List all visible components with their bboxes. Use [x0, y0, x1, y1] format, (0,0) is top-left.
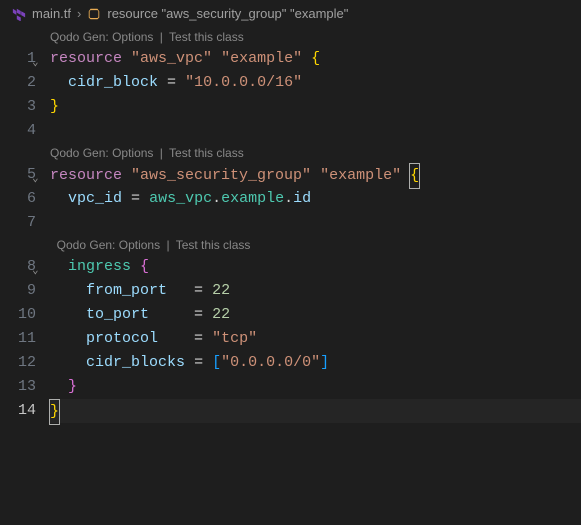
line-number: 1	[0, 47, 36, 71]
token-property: cidr_block	[68, 74, 158, 91]
token-brace: {	[311, 50, 320, 67]
codelens-test[interactable]: Test this class	[169, 146, 244, 160]
fold-icon[interactable]: ⌄	[32, 167, 39, 191]
token-bracket: [	[212, 354, 221, 371]
token-type: "aws_vpc"	[131, 50, 212, 67]
token-property: from_port	[86, 282, 167, 299]
token-operator: =	[131, 190, 140, 207]
token-operator: =	[194, 282, 203, 299]
token-keyword: resource	[50, 50, 122, 67]
terraform-file-icon	[12, 7, 26, 21]
line-number: 14	[0, 399, 36, 423]
codelens-sep: |	[160, 30, 163, 44]
token-type: "aws_security_group"	[131, 167, 311, 184]
line-number: 8	[0, 255, 36, 279]
line-number: 3	[0, 95, 36, 119]
line-number: 2	[0, 71, 36, 95]
codelens-options[interactable]: Options	[112, 146, 153, 160]
token-string: "10.0.0.0/16"	[185, 74, 302, 91]
breadcrumb-separator: ›	[77, 6, 81, 21]
code-area[interactable]: Qodo Gen: Options | Test this class ⌄res…	[50, 27, 581, 423]
line-gutter: 1 2 3 4 5 6 7 8 9 10 11 12 13 14	[0, 27, 50, 423]
code-editor[interactable]: 1 2 3 4 5 6 7 8 9 10 11 12 13 14 Qodo Ge…	[0, 27, 581, 423]
line-number: 13	[0, 375, 36, 399]
token-brace: }	[49, 399, 60, 425]
token-keyword: ingress	[68, 258, 131, 275]
line-number: 7	[0, 211, 36, 235]
codelens-prefix: Qodo Gen:	[50, 30, 109, 44]
token-ref: example	[221, 190, 284, 207]
token-operator: =	[167, 74, 176, 91]
token-ref: aws_vpc	[149, 190, 212, 207]
token-number: 22	[212, 282, 230, 299]
codelens-prefix: Qodo Gen:	[57, 238, 116, 252]
token-keyword: resource	[50, 167, 122, 184]
token-property: vpc_id	[68, 190, 122, 207]
symbol-icon	[87, 7, 101, 21]
token-string: "0.0.0.0/0"	[221, 354, 320, 371]
line-number: 4	[0, 119, 36, 143]
breadcrumb-file[interactable]: main.tf	[32, 6, 71, 21]
codelens-sep: |	[166, 238, 169, 252]
token-brace: {	[409, 163, 420, 189]
codelens-prefix: Qodo Gen:	[50, 146, 109, 160]
codelens-options[interactable]: Options	[119, 238, 160, 252]
token-bracket: ]	[320, 354, 329, 371]
codelens-test[interactable]: Test this class	[176, 238, 251, 252]
token-operator: =	[194, 354, 203, 371]
breadcrumb: main.tf › resource "aws_security_group" …	[0, 0, 581, 27]
codelens-test[interactable]: Test this class	[169, 30, 244, 44]
token-property: cidr_blocks	[86, 354, 185, 371]
token-string: "tcp"	[212, 330, 257, 347]
token-brace: {	[140, 258, 149, 275]
token-brace: }	[50, 98, 59, 115]
codelens-sep: |	[160, 146, 163, 160]
codelens-options[interactable]: Options	[112, 30, 153, 44]
token-property: protocol	[86, 330, 158, 347]
token-ref: id	[293, 190, 311, 207]
line-number: 6	[0, 187, 36, 211]
line-number: 10	[0, 303, 36, 327]
token-number: 22	[212, 306, 230, 323]
token-operator: =	[194, 330, 203, 347]
fold-icon[interactable]: ⌄	[32, 51, 39, 75]
token-brace: }	[68, 378, 77, 395]
line-number: 11	[0, 327, 36, 351]
line-number: 5	[0, 163, 36, 187]
line-number: 9	[0, 279, 36, 303]
token-name: "example"	[320, 167, 401, 184]
breadcrumb-symbol[interactable]: resource "aws_security_group" "example"	[107, 6, 348, 21]
token-operator: =	[194, 306, 203, 323]
token-property: to_port	[86, 306, 149, 323]
token-name: "example"	[221, 50, 302, 67]
fold-icon[interactable]: ⌄	[32, 259, 39, 283]
line-number: 12	[0, 351, 36, 375]
